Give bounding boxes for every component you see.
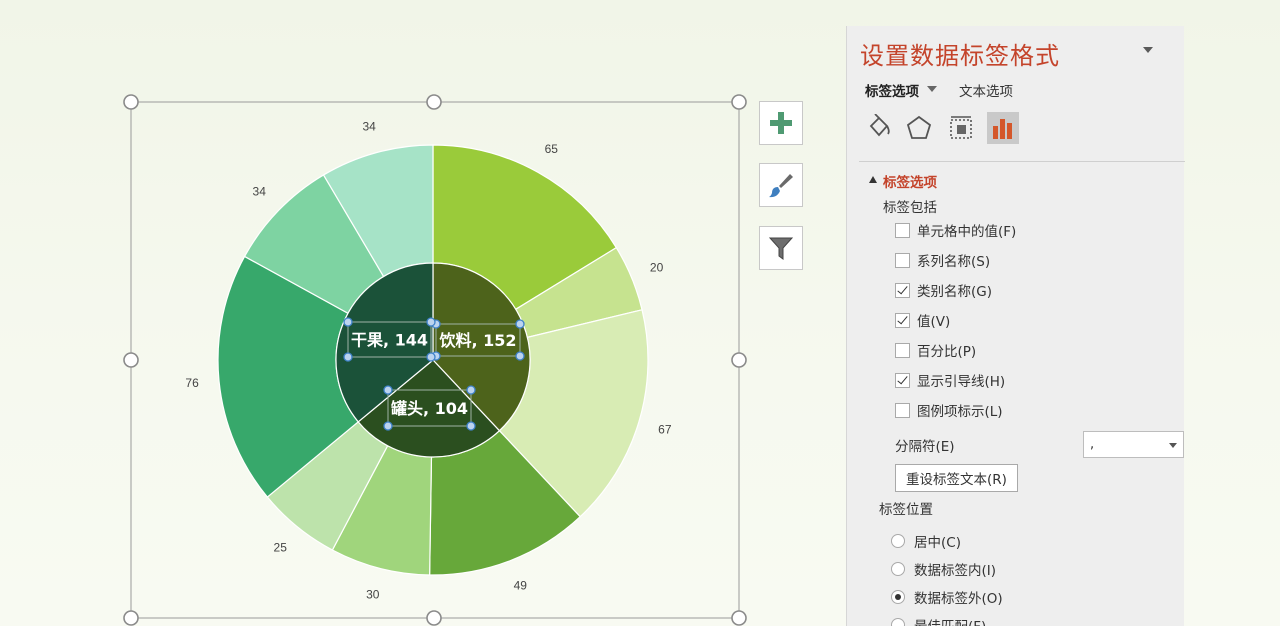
pentagon-icon xyxy=(906,115,932,139)
label-position-heading: 标签位置 xyxy=(879,502,933,518)
label-resize-handle[interactable] xyxy=(343,352,353,362)
chart-canvas[interactable]: 65 20 67 49 30 25 76 34 34 饮料, 152 罐头, 104 干果, 144 xyxy=(0,0,840,626)
outer-data-label[interactable]: 49 xyxy=(514,579,528,593)
radio-label: 数据标签外(O) xyxy=(914,591,1003,607)
checkbox[interactable] xyxy=(895,252,910,268)
separator-label: 分隔符(E) xyxy=(895,439,955,455)
reset-label-text-button[interactable]: 重设标签文本(R) xyxy=(895,464,1018,492)
chart-resize-handle[interactable] xyxy=(731,352,747,368)
label-resize-handle[interactable] xyxy=(515,351,525,361)
radio[interactable] xyxy=(891,534,905,548)
chart-resize-handle[interactable] xyxy=(123,94,139,110)
label-contains-heading: 标签包括 xyxy=(883,200,937,216)
bar-chart-icon xyxy=(993,119,1012,139)
inner-data-label[interactable]: 罐头, 104 xyxy=(390,399,468,418)
separator-select[interactable]: , xyxy=(1083,431,1184,458)
checkbox[interactable] xyxy=(895,342,910,358)
outer-data-label[interactable]: 67 xyxy=(658,422,672,436)
chart-resize-handle[interactable] xyxy=(123,610,139,626)
chart-elements-button[interactable] xyxy=(759,101,803,145)
chart-resize-handle[interactable] xyxy=(426,610,442,626)
checkbox[interactable] xyxy=(895,222,910,238)
radio-label: 最佳匹配(F) xyxy=(914,615,986,626)
checkbox-label: 系列名称(S) xyxy=(917,254,991,270)
label-resize-handle[interactable] xyxy=(383,385,393,395)
checkbox-percentage[interactable]: 百分比(P) xyxy=(895,340,976,360)
inner-data-label[interactable]: 干果, 144 xyxy=(351,331,428,350)
chart-area[interactable]: 65 20 67 49 30 25 76 34 34 饮料, 152 罐头, 104 干果, 144 xyxy=(0,0,840,626)
checkbox-value[interactable]: 值(V) xyxy=(895,310,950,330)
chart-filters-button[interactable] xyxy=(759,226,803,270)
checkbox-label: 值(V) xyxy=(917,314,951,330)
radio-center[interactable]: 居中(C) xyxy=(891,531,961,551)
format-data-labels-pane: 设置数据标签格式 标签选项 文本选项 标签选项 标签包括 单元格中的值(F) 系… xyxy=(846,26,1185,626)
chevron-down-icon xyxy=(1169,443,1177,448)
outer-data-label[interactable]: 20 xyxy=(650,260,664,274)
checkbox-category-name[interactable]: 类别名称(G) xyxy=(895,280,992,300)
label-resize-handle[interactable] xyxy=(426,352,436,362)
label-resize-handle[interactable] xyxy=(383,421,393,431)
radio-inside-end[interactable]: 数据标签内(I) xyxy=(891,559,996,579)
chart-resize-handle[interactable] xyxy=(123,352,139,368)
outer-data-label[interactable]: 34 xyxy=(253,185,267,199)
outer-data-label[interactable]: 76 xyxy=(185,376,199,390)
tab-label-options[interactable]: 标签选项 xyxy=(865,80,919,100)
checkbox[interactable] xyxy=(895,402,910,418)
chart-styles-button[interactable] xyxy=(759,163,803,207)
checkbox-label: 百分比(P) xyxy=(917,344,977,360)
label-resize-handle[interactable] xyxy=(466,385,476,395)
divider xyxy=(859,161,1185,162)
chart-resize-handle[interactable] xyxy=(731,610,747,626)
tab-label-options-caret-icon[interactable] xyxy=(927,86,937,92)
chart-resize-handle[interactable] xyxy=(426,94,442,110)
outer-data-label[interactable]: 25 xyxy=(274,541,288,555)
radio[interactable] xyxy=(891,562,905,576)
size-layout-icon xyxy=(950,116,972,139)
radio[interactable] xyxy=(891,590,905,604)
collapse-triangle-icon[interactable] xyxy=(869,176,877,183)
checkbox-series-name[interactable]: 系列名称(S) xyxy=(895,250,990,270)
pane-options-chevron-icon[interactable] xyxy=(1143,47,1153,53)
outer-data-label[interactable]: 34 xyxy=(362,120,376,134)
label-resize-handle[interactable] xyxy=(343,317,353,327)
radio[interactable] xyxy=(891,618,905,626)
inner-data-label[interactable]: 饮料, 152 xyxy=(438,331,516,350)
checkbox-label: 显示引导线(H) xyxy=(917,374,1006,390)
radio-best-fit[interactable]: 最佳匹配(F) xyxy=(891,615,986,626)
label-resize-handle[interactable] xyxy=(426,317,436,327)
chart-resize-handle[interactable] xyxy=(731,94,747,110)
section-title[interactable]: 标签选项 xyxy=(883,171,937,191)
outer-data-label[interactable]: 65 xyxy=(545,142,559,156)
label-options-tab[interactable] xyxy=(987,112,1019,144)
pane-title: 设置数据标签格式 xyxy=(860,42,1060,70)
radio-outside-end[interactable]: 数据标签外(O) xyxy=(891,587,1003,607)
checkbox-value-from-cells[interactable]: 单元格中的值(F) xyxy=(895,220,1016,240)
radio-label: 居中(C) xyxy=(914,535,961,551)
brush-icon xyxy=(769,174,793,198)
checkbox-leader-lines[interactable]: 显示引导线(H) xyxy=(895,370,1005,390)
checkbox-label: 图例项标示(L) xyxy=(917,404,1003,420)
fill-bucket-icon xyxy=(869,114,890,137)
checkbox[interactable] xyxy=(895,282,910,298)
label-resize-handle[interactable] xyxy=(466,421,476,431)
checkbox[interactable] xyxy=(895,312,910,328)
tab-text-options[interactable]: 文本选项 xyxy=(959,80,1013,100)
label-resize-handle[interactable] xyxy=(515,319,525,329)
checkbox-legend-key[interactable]: 图例项标示(L) xyxy=(895,400,1003,420)
checkbox-label: 单元格中的值(F) xyxy=(917,224,1017,240)
filter-icon xyxy=(768,237,794,260)
outer-data-label[interactable]: 30 xyxy=(366,587,380,601)
add-element-icon xyxy=(770,112,792,134)
checkbox[interactable] xyxy=(895,372,910,388)
checkbox-label: 类别名称(G) xyxy=(917,284,992,300)
size-properties-tab[interactable] xyxy=(945,112,977,144)
effects-tab[interactable] xyxy=(903,112,935,144)
radio-label: 数据标签内(I) xyxy=(914,563,997,579)
fill-line-tab[interactable] xyxy=(863,112,895,144)
separator-value: , xyxy=(1090,437,1095,452)
